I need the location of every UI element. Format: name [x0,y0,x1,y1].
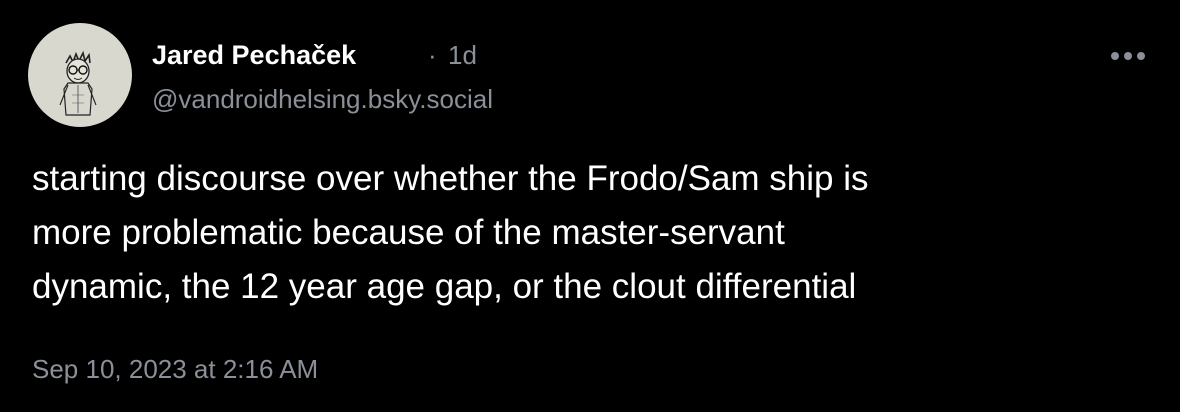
post-timestamp: Sep 10, 2023 at 2:16 AM [32,354,319,384]
relative-time[interactable]: 1d [448,38,477,72]
avatar[interactable] [28,23,132,127]
ellipsis-horizontal-icon [1111,52,1145,60]
author-display-name[interactable]: Jared Pechaček [152,38,356,72]
post-body-line: starting discourse over whether the Frod… [32,159,869,198]
post-body-line: dynamic, the 12 year age gap, or the clo… [32,267,857,306]
sketch-portrait-avatar [59,50,97,116]
author-handle[interactable]: @vandroidhelsing.bsky.social [152,82,493,116]
post-card: Jared Pechaček · 1d @vandroidhelsing.bsk… [0,0,1180,412]
post-body: starting discourse over whether the Frod… [32,152,1142,314]
meta-separator: · [428,40,437,70]
post-body-line: more problematic because of the master-s… [32,213,785,252]
more-options-button[interactable] [1106,42,1150,70]
